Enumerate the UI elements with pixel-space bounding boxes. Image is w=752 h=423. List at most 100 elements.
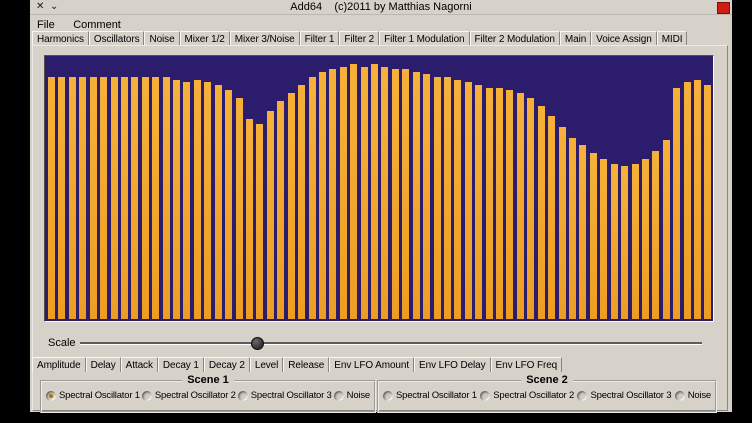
harmonic-bar-11[interactable] xyxy=(152,77,159,319)
harmonic-bar-57[interactable] xyxy=(632,164,639,319)
harmonic-bar-26[interactable] xyxy=(309,77,316,319)
harmonic-bar-60[interactable] xyxy=(663,140,670,319)
harmonic-bar-47[interactable] xyxy=(527,98,534,319)
harmonic-bar-44[interactable] xyxy=(496,88,503,319)
harmonic-bar-30[interactable] xyxy=(350,64,357,319)
harmonic-bar-24[interactable] xyxy=(288,93,295,319)
harmonic-bar-35[interactable] xyxy=(402,69,409,319)
harmonic-bar-34[interactable] xyxy=(392,69,399,319)
harmonic-bar-51[interactable] xyxy=(569,138,576,319)
radio-scene2-spectral-oscillator-2[interactable]: Spectral Oscillator 2 xyxy=(480,390,574,401)
harmonic-bar-52[interactable] xyxy=(579,145,586,319)
harmonic-bar-61[interactable] xyxy=(673,88,680,319)
harmonic-bar-2[interactable] xyxy=(58,77,65,319)
tab-decay-2[interactable]: Decay 2 xyxy=(204,357,250,372)
harmonic-bar-21[interactable] xyxy=(256,124,263,319)
tab-attack[interactable]: Attack xyxy=(121,357,158,372)
harmonic-bar-55[interactable] xyxy=(611,164,618,319)
scale-slider[interactable] xyxy=(80,334,702,352)
harmonic-bar-18[interactable] xyxy=(225,90,232,319)
radio-scene2-spectral-oscillator-3[interactable]: Spectral Oscillator 3 xyxy=(577,390,671,401)
harmonic-bar-25[interactable] xyxy=(298,85,305,319)
tab-mixer-1-2[interactable]: Mixer 1/2 xyxy=(180,31,230,46)
scale-slider-groove[interactable] xyxy=(80,342,702,345)
harmonic-bar-19[interactable] xyxy=(236,98,243,319)
harmonic-bar-22[interactable] xyxy=(267,111,274,319)
harmonic-bar-5[interactable] xyxy=(90,77,97,319)
tab-noise[interactable]: Noise xyxy=(144,31,179,46)
harmonic-bar-42[interactable] xyxy=(475,85,482,319)
tab-filter-1-modulation[interactable]: Filter 1 Modulation xyxy=(379,31,469,46)
radio-scene1-spectral-oscillator-3[interactable]: Spectral Oscillator 3 xyxy=(238,390,332,401)
tab-release[interactable]: Release xyxy=(283,357,329,372)
tab-mixer-3-noise[interactable]: Mixer 3/Noise xyxy=(230,31,300,46)
harmonic-bar-3[interactable] xyxy=(69,77,76,319)
harmonic-bar-48[interactable] xyxy=(538,106,545,319)
tab-env-lfo-freq[interactable]: Env LFO Freq xyxy=(491,357,563,372)
harmonic-bar-62[interactable] xyxy=(684,82,691,319)
harmonic-bar-54[interactable] xyxy=(600,159,607,319)
harmonic-bar-63[interactable] xyxy=(694,80,701,319)
tab-env-lfo-amount[interactable]: Env LFO Amount xyxy=(329,357,414,372)
harmonic-bar-4[interactable] xyxy=(79,77,86,319)
radio-scene1-spectral-oscillator-1[interactable]: Spectral Oscillator 1 xyxy=(46,390,140,401)
harmonic-bar-28[interactable] xyxy=(329,69,336,319)
radio-scene2-noise[interactable]: Noise xyxy=(675,390,711,401)
tab-filter-1[interactable]: Filter 1 xyxy=(300,31,340,46)
harmonic-bar-53[interactable] xyxy=(590,153,597,319)
harmonic-bar-16[interactable] xyxy=(204,82,211,319)
harmonic-bar-64[interactable] xyxy=(704,85,711,319)
harmonic-bar-29[interactable] xyxy=(340,67,347,319)
harmonic-bar-1[interactable] xyxy=(48,77,55,319)
harmonic-bar-20[interactable] xyxy=(246,119,253,319)
tab-env-lfo-delay[interactable]: Env LFO Delay xyxy=(414,357,491,372)
window-red-button[interactable] xyxy=(717,2,730,14)
harmonic-bar-58[interactable] xyxy=(642,159,649,319)
harmonic-bar-37[interactable] xyxy=(423,74,430,319)
harmonic-bar-33[interactable] xyxy=(381,67,388,319)
tab-harmonics[interactable]: Harmonics xyxy=(32,31,89,46)
harmonic-bar-10[interactable] xyxy=(142,77,149,319)
harmonic-bar-49[interactable] xyxy=(548,116,555,319)
harmonic-bar-13[interactable] xyxy=(173,80,180,319)
harmonic-bar-39[interactable] xyxy=(444,77,451,319)
tab-oscillators[interactable]: Oscillators xyxy=(89,31,145,46)
harmonic-bar-31[interactable] xyxy=(361,67,368,319)
tab-delay[interactable]: Delay xyxy=(86,357,121,372)
harmonic-bar-6[interactable] xyxy=(100,77,107,319)
harmonic-bar-12[interactable] xyxy=(163,77,170,319)
harmonic-bar-36[interactable] xyxy=(413,72,420,319)
tab-level[interactable]: Level xyxy=(250,357,283,372)
tab-main[interactable]: Main xyxy=(560,31,591,46)
radio-scene2-spectral-oscillator-1[interactable]: Spectral Oscillator 1 xyxy=(383,390,477,401)
harmonic-bar-43[interactable] xyxy=(486,88,493,319)
harmonic-bar-17[interactable] xyxy=(215,85,222,319)
radio-scene1-noise[interactable]: Noise xyxy=(334,390,370,401)
harmonic-bar-38[interactable] xyxy=(434,77,441,319)
harmonic-bar-9[interactable] xyxy=(131,77,138,319)
harmonic-bar-15[interactable] xyxy=(194,80,201,319)
harmonic-bar-8[interactable] xyxy=(121,77,128,319)
tab-voice-assign[interactable]: Voice Assign xyxy=(591,31,657,46)
tab-filter-2-modulation[interactable]: Filter 2 Modulation xyxy=(470,31,560,46)
harmonic-bar-32[interactable] xyxy=(371,64,378,319)
titlebar[interactable]: ✕ ⌄ Add64 (c)2011 by Matthias Nagorni xyxy=(30,0,732,15)
harmonic-bar-23[interactable] xyxy=(277,101,284,319)
radio-scene1-spectral-oscillator-2[interactable]: Spectral Oscillator 2 xyxy=(142,390,236,401)
scale-slider-handle[interactable] xyxy=(251,337,264,350)
harmonic-bar-46[interactable] xyxy=(517,93,524,319)
harmonic-bar-14[interactable] xyxy=(183,82,190,319)
harmonics-bar-display[interactable] xyxy=(44,55,714,322)
harmonic-bar-27[interactable] xyxy=(319,72,326,319)
tab-midi[interactable]: MIDI xyxy=(657,31,688,46)
harmonic-bar-7[interactable] xyxy=(111,77,118,319)
tab-decay-1[interactable]: Decay 1 xyxy=(158,357,204,372)
harmonic-bar-40[interactable] xyxy=(454,80,461,319)
harmonic-bar-50[interactable] xyxy=(559,127,566,319)
harmonic-bar-45[interactable] xyxy=(506,90,513,319)
tab-filter-2[interactable]: Filter 2 xyxy=(339,31,379,46)
harmonic-bar-56[interactable] xyxy=(621,166,628,319)
tab-amplitude[interactable]: Amplitude xyxy=(32,357,86,372)
harmonic-bar-59[interactable] xyxy=(652,151,659,319)
harmonic-bar-41[interactable] xyxy=(465,82,472,319)
